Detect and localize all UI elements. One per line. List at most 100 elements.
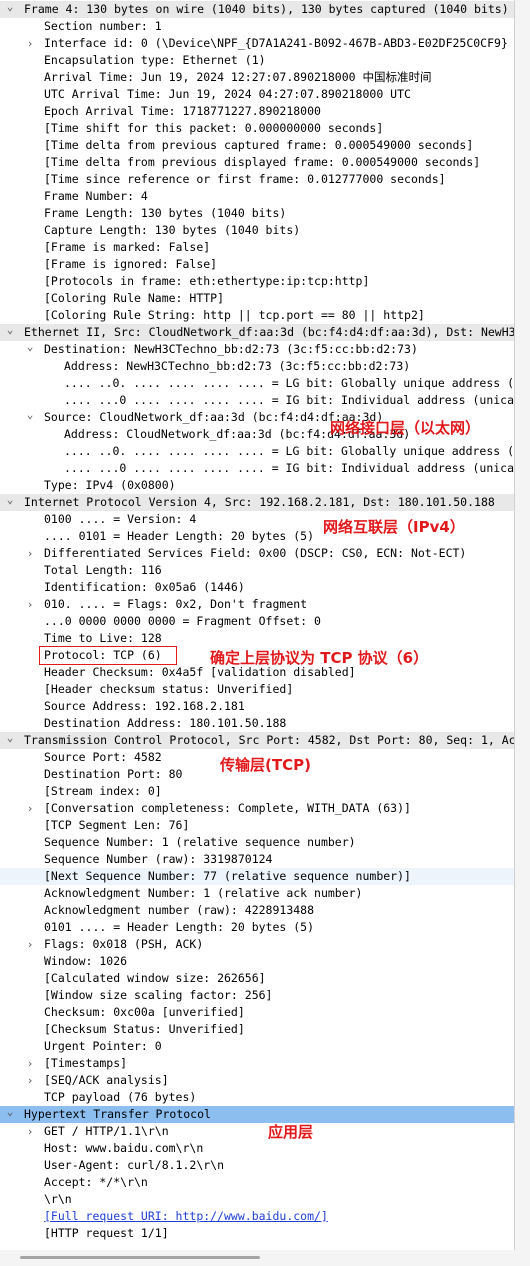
tree-row[interactable]: Section number: 1 bbox=[0, 18, 514, 35]
tree-section-row[interactable]: ⌄ Internet Protocol Version 4, Src: 192.1… bbox=[0, 494, 514, 511]
tree-section-row[interactable]: ⌄ Hypertext Transfer Protocol bbox=[0, 1106, 514, 1123]
expand-chevron-icon[interactable]: › bbox=[25, 1055, 35, 1072]
tree-row[interactable]: .... ..0. .... .... .... .... = LG bit: … bbox=[0, 375, 514, 392]
tree-row[interactable]: Window: 1026 bbox=[0, 953, 514, 970]
tree-row[interactable]: Type: IPv4 (0x0800) bbox=[0, 477, 514, 494]
tree-row[interactable]: Source Address: 192.168.2.181 bbox=[0, 698, 514, 715]
tree-row[interactable]: Checksum: 0xc00a [unverified] bbox=[0, 1004, 514, 1021]
expand-chevron-icon[interactable]: › bbox=[25, 936, 35, 953]
horizontal-scrollbar-thumb[interactable] bbox=[20, 1256, 260, 1259]
tree-row[interactable]: .... ...0 .... .... .... .... = IG bit: … bbox=[0, 392, 514, 409]
tree-row[interactable]: [Coloring Rule Name: HTTP] bbox=[0, 290, 514, 307]
tree-row[interactable]: [Time delta from previous displayed fram… bbox=[0, 154, 514, 171]
tree-row-label: 0100 .... = Version: 4 bbox=[44, 512, 197, 526]
tree-row[interactable]: ⌄ Destination: NewH3CTechno_bb:d2:73 (3c:… bbox=[0, 341, 514, 358]
collapse-chevron-icon[interactable]: ⌄ bbox=[5, 324, 15, 338]
tree-row[interactable]: TCP payload (76 bytes) bbox=[0, 1089, 514, 1106]
tree-row[interactable]: Encapsulation type: Ethernet (1) bbox=[0, 52, 514, 69]
expand-chevron-icon[interactable]: › bbox=[25, 596, 35, 613]
annotation-application-layer: 应用层 bbox=[268, 1123, 314, 1141]
tree-row[interactable]: › [Conversation completeness: Complete, W… bbox=[0, 800, 514, 817]
tree-row[interactable]: Frame Length: 130 bytes (1040 bits) bbox=[0, 205, 514, 222]
expand-chevron-icon[interactable]: › bbox=[25, 35, 35, 52]
tree-row-label: Hypertext Transfer Protocol bbox=[24, 1107, 211, 1121]
tree-row[interactable]: Acknowledgment Number: 1 (relative ack n… bbox=[0, 885, 514, 902]
annotation-network-interface-layer: 网络接口层（以太网） bbox=[330, 419, 481, 437]
tree-row[interactable]: [Protocols in frame: eth:ethertype:ip:tc… bbox=[0, 273, 514, 290]
tree-section-row[interactable]: ⌄ Ethernet II, Src: CloudNetwork_df:aa:3d… bbox=[0, 324, 514, 341]
tree-section-row[interactable]: ⌄ Transmission Control Protocol, Src Port… bbox=[0, 732, 514, 749]
request-uri-link[interactable]: [Full request URI: http://www.baidu.com/… bbox=[44, 1208, 328, 1225]
tree-row[interactable]: › 010. .... = Flags: 0x2, Don't fragment bbox=[0, 596, 514, 613]
tree-row[interactable]: Destination Address: 180.101.50.188 bbox=[0, 715, 514, 732]
tree-row-label: Time to Live: 128 bbox=[44, 631, 162, 645]
tree-row[interactable]: ...0 0000 0000 0000 = Fragment Offset: 0 bbox=[0, 613, 514, 630]
tree-row[interactable]: Capture Length: 130 bytes (1040 bits) bbox=[0, 222, 514, 239]
tree-row[interactable]: › [Timestamps] bbox=[0, 1055, 514, 1072]
tree-row[interactable]: User-Agent: curl/8.1.2\r\n bbox=[0, 1157, 514, 1174]
tree-row-label: .... ...0 .... .... .... .... = IG bit: … bbox=[64, 393, 514, 407]
tree-row[interactable]: Sequence Number: 1 (relative sequence nu… bbox=[0, 834, 514, 851]
tree-row[interactable]: › GET / HTTP/1.1\r\n bbox=[0, 1123, 514, 1140]
tree-row[interactable]: [Full request URI: http://www.baidu.com/… bbox=[0, 1208, 514, 1225]
tree-row[interactable]: [Time delta from previous captured frame… bbox=[0, 137, 514, 154]
expand-chevron-icon[interactable]: › bbox=[25, 800, 35, 817]
tree-row[interactable]: [TCP Segment Len: 76] bbox=[0, 817, 514, 834]
tree-row-label: Frame Length: 130 bytes (1040 bits) bbox=[44, 206, 287, 220]
tree-row[interactable]: Frame Number: 4 bbox=[0, 188, 514, 205]
tree-row[interactable]: [HTTP request 1/1] bbox=[0, 1225, 514, 1242]
tree-row[interactable]: .... ..0. .... .... .... .... = LG bit: … bbox=[0, 443, 514, 460]
expand-chevron-icon[interactable]: › bbox=[25, 545, 35, 562]
expand-chevron-icon[interactable]: › bbox=[25, 1072, 35, 1089]
tree-row[interactable]: Arrival Time: Jun 19, 2024 12:27:07.8902… bbox=[0, 69, 514, 86]
tree-row[interactable]: Acknowledgment number (raw): 4228913488 bbox=[0, 902, 514, 919]
collapse-chevron-icon[interactable]: ⌄ bbox=[25, 341, 35, 355]
tree-row[interactable]: Sequence Number (raw): 3319870124 bbox=[0, 851, 514, 868]
tree-row[interactable]: 0101 .... = Header Length: 20 bytes (5) bbox=[0, 919, 514, 936]
tree-row[interactable]: Host: www.baidu.com\r\n bbox=[0, 1140, 514, 1157]
tree-row-label: Type: IPv4 (0x0800) bbox=[44, 478, 176, 492]
tree-row-label: Destination Port: 80 bbox=[44, 767, 183, 781]
tree-row[interactable]: Total Length: 116 bbox=[0, 562, 514, 579]
tree-row[interactable]: Address: NewH3CTechno_bb:d2:73 (3c:f5:cc… bbox=[0, 358, 514, 375]
collapse-chevron-icon[interactable]: ⌄ bbox=[5, 732, 15, 746]
collapse-chevron-icon[interactable]: ⌄ bbox=[5, 494, 15, 508]
collapse-chevron-icon[interactable]: ⌄ bbox=[25, 409, 35, 423]
packet-details-tree[interactable]: ⌄ Frame 4: 130 bytes on wire (1040 bits),… bbox=[0, 0, 515, 1250]
tree-row-label: Arrival Time: Jun 19, 2024 12:27:07.8902… bbox=[44, 70, 432, 84]
tree-row-label: Checksum: 0xc00a [unverified] bbox=[44, 1005, 245, 1019]
tree-row[interactable]: Identification: 0x05a6 (1446) bbox=[0, 579, 514, 596]
tree-row[interactable]: Urgent Pointer: 0 bbox=[0, 1038, 514, 1055]
collapse-chevron-icon[interactable]: ⌄ bbox=[5, 1, 15, 15]
tree-row[interactable]: [Calculated window size: 262656] bbox=[0, 970, 514, 987]
tree-row[interactable]: \r\n bbox=[0, 1191, 514, 1208]
tree-row-label: [Coloring Rule String: http || tcp.port … bbox=[44, 308, 425, 322]
tree-row[interactable]: [Window size scaling factor: 256] bbox=[0, 987, 514, 1004]
tree-row[interactable]: [Stream index: 0] bbox=[0, 783, 514, 800]
tree-row[interactable]: › [SEQ/ACK analysis] bbox=[0, 1072, 514, 1089]
tree-row[interactable]: Time to Live: 128 bbox=[0, 630, 514, 647]
vertical-scrollbar[interactable] bbox=[515, 0, 530, 1250]
tree-row[interactable]: › Interface id: 0 (\Device\NPF_{D7A1A241-… bbox=[0, 35, 514, 52]
tree-row[interactable]: UTC Arrival Time: Jun 19, 2024 04:27:07.… bbox=[0, 86, 514, 103]
tree-row[interactable]: [Next Sequence Number: 77 (relative sequ… bbox=[0, 868, 514, 885]
tree-section-row[interactable]: ⌄ Frame 4: 130 bytes on wire (1040 bits),… bbox=[0, 1, 514, 18]
tree-row[interactable]: .... ...0 .... .... .... .... = IG bit: … bbox=[0, 460, 514, 477]
tree-row[interactable]: [Time shift for this packet: 0.000000000… bbox=[0, 120, 514, 137]
tree-row[interactable]: › Differentiated Services Field: 0x00 (DS… bbox=[0, 545, 514, 562]
tree-row-label: [HTTP request 1/1] bbox=[44, 1226, 169, 1240]
tree-row[interactable]: Epoch Arrival Time: 1718771227.890218000 bbox=[0, 103, 514, 120]
tree-row[interactable]: [Checksum Status: Unverified] bbox=[0, 1021, 514, 1038]
tree-row[interactable]: › Flags: 0x018 (PSH, ACK) bbox=[0, 936, 514, 953]
tree-row-label: Acknowledgment number (raw): 4228913488 bbox=[44, 903, 315, 917]
horizontal-scrollbar[interactable] bbox=[0, 1250, 530, 1266]
tree-row[interactable]: [Time since reference or first frame: 0.… bbox=[0, 171, 514, 188]
expand-chevron-icon[interactable]: › bbox=[25, 1123, 35, 1140]
tree-row[interactable]: [Header checksum status: Unverified] bbox=[0, 681, 514, 698]
tree-row-label: User-Agent: curl/8.1.2\r\n bbox=[44, 1158, 225, 1172]
tree-row[interactable]: [Frame is marked: False] bbox=[0, 239, 514, 256]
tree-row[interactable]: [Coloring Rule String: http || tcp.port … bbox=[0, 307, 514, 324]
collapse-chevron-icon[interactable]: ⌄ bbox=[5, 1106, 15, 1120]
tree-row[interactable]: [Frame is ignored: False] bbox=[0, 256, 514, 273]
tree-row[interactable]: Accept: */*\r\n bbox=[0, 1174, 514, 1191]
